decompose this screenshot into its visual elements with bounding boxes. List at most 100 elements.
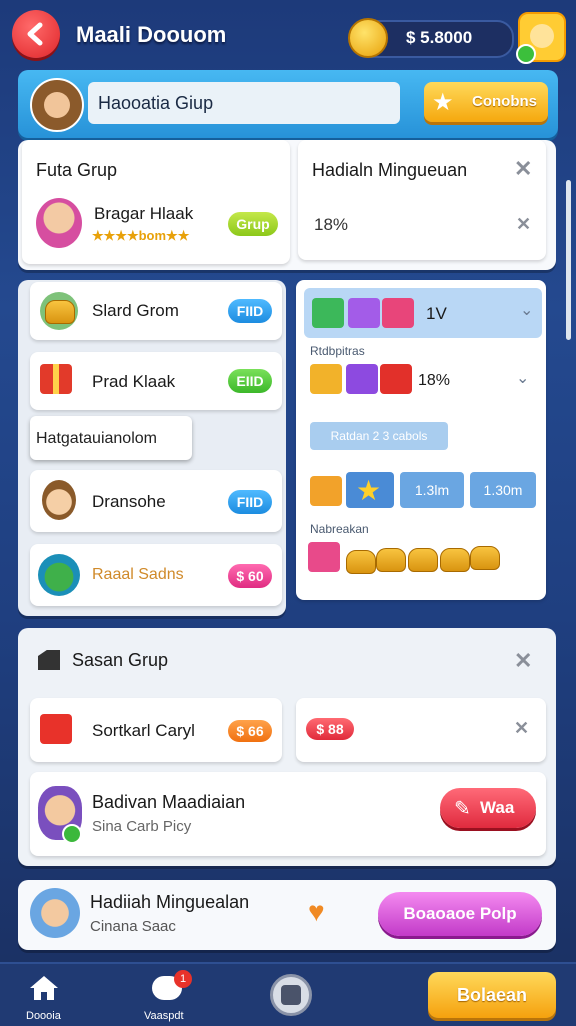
- profile-action-button[interactable]: ✎ Waa: [440, 788, 536, 828]
- footer-subtitle: Cinana Saac: [90, 918, 176, 935]
- user-avatar: [30, 78, 84, 132]
- list-item-label: Raaal Sadns: [92, 566, 184, 583]
- group-item-label: Sortkarl Caryl: [92, 721, 195, 740]
- weekly-reward-title: Hadialn Mingueuan: [312, 160, 468, 180]
- face-icon: [530, 24, 554, 48]
- gift-icon: [348, 298, 380, 328]
- nav-center-button[interactable]: [270, 974, 312, 1016]
- reward-chip[interactable]: 1.30m: [470, 472, 536, 508]
- list-item[interactable]: Prad Klaak EIID: [30, 352, 282, 410]
- rewards-panel: 1V ⌄ Rtdbpitras 18% ⌄ Ratdan 2 3 cabols …: [296, 280, 546, 600]
- close-icon[interactable]: ✕: [514, 718, 529, 739]
- bread-box-icon: [40, 292, 78, 330]
- gift-icon: [310, 364, 342, 394]
- group-item[interactable]: Sortkarl Caryl $ 66: [30, 698, 282, 762]
- chevron-down-icon: ⌄: [520, 302, 534, 319]
- bread-icon: [440, 548, 470, 572]
- close-icon[interactable]: ✕: [514, 156, 532, 182]
- section-label: Rtdbpitras: [310, 344, 365, 358]
- list-item-button[interactable]: FIID: [228, 299, 272, 323]
- weekly-reward-footer: Hadiiah Minguealan Cinana Saac ♥ Boaoaoe…: [18, 880, 556, 950]
- pencil-icon: ✎: [454, 798, 471, 820]
- top-bar: Maali Doouom $ 5.8000: [0, 0, 576, 72]
- list-item-label: Prad Klaak: [92, 372, 176, 391]
- tag-button[interactable]: Ratdan 2 3 cabols: [310, 422, 448, 450]
- notification-badge: 1: [174, 970, 192, 988]
- back-arrow-icon: [27, 22, 43, 46]
- bread-icon: [346, 550, 376, 574]
- weekly-reward-card: Hadialn Mingueuan ✕ 18% ✕: [298, 140, 546, 260]
- member-avatar: [42, 480, 76, 520]
- list-item[interactable]: Raaal Sadns $ 60: [30, 544, 282, 606]
- gift-icon: [310, 476, 342, 506]
- nav-chat-label: Vaaspdt: [144, 1010, 184, 1022]
- close-icon[interactable]: ✕: [514, 648, 532, 674]
- group-item-button[interactable]: $ 88: [306, 718, 354, 740]
- close-icon[interactable]: ✕: [516, 214, 531, 235]
- page-title: Maali Doouom: [76, 22, 227, 47]
- group-section-title: Sasan Grup: [72, 650, 169, 670]
- gift-icon: [346, 364, 378, 394]
- group-item-button[interactable]: $ 66: [228, 720, 272, 742]
- profile-action-label: Waa: [480, 798, 515, 817]
- footer-action-button[interactable]: Boaoaoe Polp: [378, 892, 542, 936]
- reward-count: 1V: [426, 304, 447, 323]
- fav-group-card: Futa Grup Bragar Hlaak ★★★★bom★★ Grup: [22, 140, 290, 264]
- coin-icon: [348, 18, 388, 58]
- profile-avatar[interactable]: [516, 12, 566, 64]
- gift-icon: [312, 298, 344, 328]
- footer-avatar: [30, 888, 80, 938]
- search-field[interactable]: Haooatia Giup: [88, 82, 400, 124]
- search-label: Haooatia Giup: [98, 93, 214, 113]
- coin-value: $ 5.8000: [406, 28, 473, 47]
- gift-icon: [382, 298, 414, 328]
- bread-icon: [470, 546, 500, 570]
- reward-chip[interactable]: 1.3lm: [400, 472, 464, 508]
- list-item[interactable]: Slard Grom FIID: [30, 282, 282, 340]
- bread-icon: [376, 548, 406, 572]
- profile-name: Badivan Maadiaian: [92, 792, 246, 812]
- coupons-label: Conobns: [472, 93, 537, 110]
- list-item-label: Slard Grom: [92, 301, 179, 320]
- list-item[interactable]: Dransohe FIID: [30, 470, 282, 532]
- primary-action-button[interactable]: Bolaean: [428, 972, 556, 1018]
- member-avatar: [38, 554, 80, 596]
- tooltip-text: Hatgatauianolom: [36, 430, 157, 447]
- list-item-button[interactable]: $ 60: [228, 564, 272, 588]
- member-name: Bragar Hlaak: [94, 204, 194, 223]
- section-label: Nabreakan: [310, 522, 369, 536]
- online-dot-icon: [62, 824, 82, 844]
- gift-icon: [308, 542, 340, 572]
- member-avatar: [36, 198, 82, 248]
- nav-chat[interactable]: 1 Vaaspdt: [142, 970, 194, 1022]
- gift-icon: [40, 714, 72, 744]
- footer-name: Hadiiah Minguealan: [90, 892, 250, 912]
- reward-percent: 18%: [418, 372, 451, 389]
- list-item-label: Dransohe: [92, 492, 166, 511]
- nav-home-label: Doooia: [26, 1010, 61, 1022]
- bread-icon: [408, 548, 438, 572]
- scrollbar[interactable]: [566, 180, 571, 340]
- group-icon: [38, 650, 60, 670]
- list-item-button[interactable]: FIID: [228, 490, 272, 514]
- star-icon: ★: [356, 475, 382, 506]
- tooltip: Hatgatauianolom: [30, 416, 192, 460]
- list-item-button[interactable]: EIID: [228, 369, 272, 393]
- profile-subtitle: Sina Carb Picy: [92, 818, 192, 835]
- member-rating: ★★★★bom★★: [92, 228, 190, 243]
- online-dot-icon: [516, 44, 536, 64]
- nav-home[interactable]: Doooia: [22, 970, 68, 1022]
- join-group-button[interactable]: Grup: [228, 212, 278, 236]
- shield-icon: [281, 985, 301, 1005]
- back-button[interactable]: [12, 10, 60, 58]
- coupons-button[interactable]: ★ Conobns: [424, 82, 548, 122]
- fav-group-title: Futa Grup: [36, 160, 118, 180]
- heart-icon[interactable]: ♥: [308, 896, 325, 928]
- chevron-down-icon[interactable]: ⌄: [516, 368, 529, 388]
- home-icon: [30, 976, 58, 1000]
- bottom-nav: Doooia 1 Vaaspdt Bolaean: [0, 962, 576, 1026]
- rewards-header[interactable]: 1V ⌄: [304, 288, 542, 338]
- gift-icon: [380, 364, 412, 394]
- group-item[interactable]: $ 88 ✕: [296, 698, 546, 762]
- star-chip[interactable]: ★: [346, 472, 394, 508]
